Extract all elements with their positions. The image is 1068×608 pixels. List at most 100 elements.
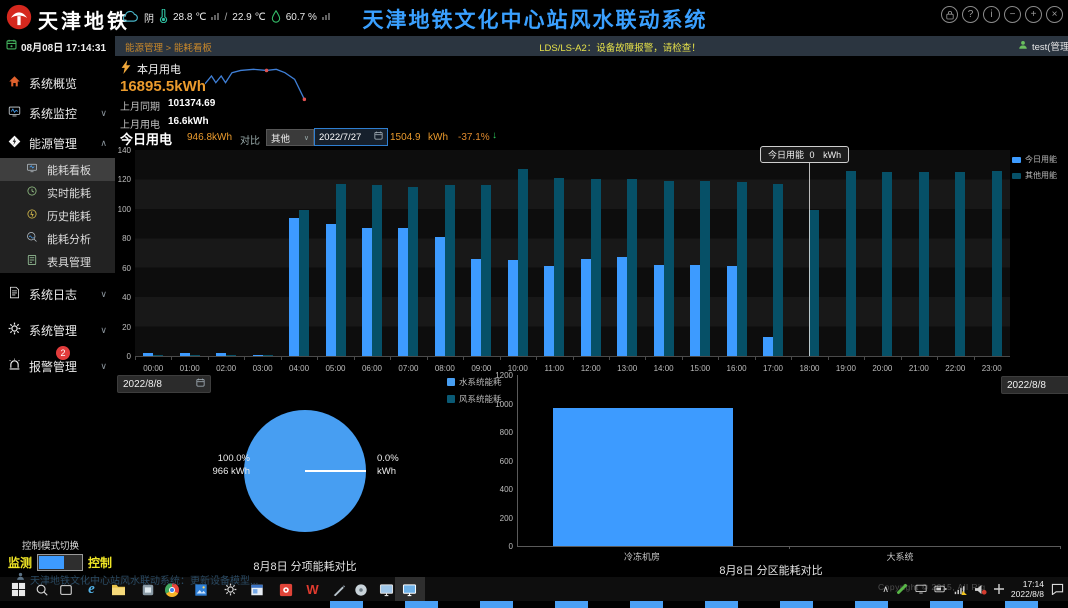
zone-date-picker[interactable]: 2022/8/8 — [1001, 376, 1068, 394]
maximize-icon[interactable]: + — [1025, 6, 1042, 23]
bar-今日用能-06:00[interactable] — [362, 228, 372, 356]
sidebar-item-overview[interactable]: 系统概览 — [0, 68, 115, 98]
bar-其他用能-15:00[interactable] — [700, 181, 710, 356]
bar-其他用能-02:00[interactable] — [226, 355, 236, 356]
bar-今日用能-08:00[interactable] — [435, 237, 445, 356]
taskbar-icon-dvd[interactable] — [352, 581, 369, 598]
bar-其他用能-20:00[interactable] — [882, 172, 892, 356]
bar-其他用能-13:00[interactable] — [627, 179, 637, 356]
bar-今日用能-02:00[interactable] — [216, 353, 226, 356]
tray-green-icon[interactable] — [896, 583, 908, 595]
bar-其他用能-06:00[interactable] — [372, 185, 382, 356]
bar-其他用能-11:00[interactable] — [554, 178, 564, 356]
bar-今日用能-14:00[interactable] — [654, 265, 664, 356]
preview-tile[interactable] — [630, 601, 663, 608]
sidebar-subitem-meters[interactable]: 表具管理 — [0, 250, 115, 273]
preview-tile[interactable] — [480, 601, 513, 608]
preview-tile[interactable] — [930, 601, 963, 608]
bar-其他用能-21:00[interactable] — [919, 172, 929, 356]
bar-今日用能-16:00[interactable] — [727, 266, 737, 356]
sidebar-subitem-analysis[interactable]: 能耗分析 — [0, 227, 115, 250]
bar-其他用能-10:00[interactable] — [518, 169, 528, 356]
zone-plot-area[interactable] — [517, 375, 1061, 547]
bar-今日用能-00:00[interactable] — [143, 353, 153, 356]
bar-今日用能-09:00[interactable] — [471, 259, 481, 356]
tray-volume-muted-icon[interactable] — [974, 584, 987, 595]
bar-今日用能-04:00[interactable] — [289, 218, 299, 356]
bar-其他用能-14:00[interactable] — [664, 181, 674, 356]
alarm-message[interactable]: LDS/LS-A2：设备故障报警，请检查！ — [450, 40, 790, 54]
sidebar-item-alarms[interactable]: 报警管理2∨ — [0, 351, 115, 381]
preview-tile[interactable] — [330, 601, 363, 608]
control-mode-toggle[interactable] — [37, 554, 83, 571]
hourly-plot-area[interactable] — [135, 150, 1010, 357]
sidebar-item-logs[interactable]: 系统日志∨ — [0, 279, 115, 309]
taskbar-icon-pen[interactable] — [330, 581, 347, 598]
bar-其他用能-00:00[interactable] — [153, 355, 163, 356]
action-center-icon[interactable] — [1051, 583, 1064, 595]
help-icon[interactable]: ? — [962, 6, 979, 23]
sidebar-item-system[interactable]: 系统管理∨ — [0, 315, 115, 345]
legend-label: 今日用能 — [1025, 154, 1057, 165]
bar-其他用能-05:00[interactable] — [336, 184, 346, 356]
bar-今日用能-15:00[interactable] — [690, 265, 700, 356]
chevron-up-icon[interactable]: ∧ — [882, 584, 889, 595]
tray-move-icon[interactable] — [994, 584, 1004, 594]
hourly-energy-chart: 020406080100120140 00:0001:0002:0003:000… — [115, 142, 1068, 374]
tray-battery-icon[interactable] — [934, 584, 947, 594]
preview-tile[interactable] — [855, 601, 888, 608]
info-icon[interactable]: i — [983, 6, 1000, 23]
legend-item-今日用能[interactable]: 今日用能 — [1012, 154, 1057, 165]
tray-display-icon[interactable] — [915, 584, 927, 594]
preview-tile[interactable] — [405, 601, 438, 608]
bar-今日用能-01:00[interactable] — [180, 353, 190, 356]
bar-今日用能-05:00[interactable] — [326, 224, 336, 356]
taskbar-icon-wps[interactable]: W — [304, 581, 321, 598]
bar-其他用能-18:00[interactable] — [809, 210, 819, 356]
bar-今日用能-03:00[interactable] — [253, 355, 263, 356]
taskbar-icon-display[interactable] — [378, 581, 395, 598]
bar-其他用能-01:00[interactable] — [190, 355, 200, 356]
minimize-icon[interactable]: − — [1004, 6, 1021, 23]
taskbar-icon-media-red[interactable] — [277, 581, 294, 598]
bar-其他用能-03:00[interactable] — [263, 355, 273, 356]
bar-今日用能-10:00[interactable] — [508, 260, 518, 356]
sidebar-subitem-history[interactable]: 历史能耗 — [0, 204, 115, 227]
bar-其他用能-12:00[interactable] — [591, 179, 601, 356]
user-info[interactable]: test(管理员) — [1018, 39, 1068, 53]
bar-今日用能-13:00[interactable] — [617, 257, 627, 356]
lock-icon[interactable] — [941, 6, 958, 23]
bar-其他用能-17:00[interactable] — [773, 184, 783, 356]
tray-network-warning-icon[interactable] — [954, 584, 967, 595]
pie-date-picker[interactable]: 2022/8/8 — [117, 375, 211, 393]
sidebar-item-energy[interactable]: 能源管理∧ — [0, 128, 115, 158]
notification-toast[interactable]: 天津地铁文化中心站风水联动系统：更新设备模型... — [16, 572, 258, 587]
taskbar-icon-display-active[interactable] — [401, 581, 418, 598]
bar-其他用能-23:00[interactable] — [992, 171, 1002, 356]
bar-其他用能-22:00[interactable] — [955, 172, 965, 356]
breadcrumb[interactable]: 能源管理 > 能耗看板 — [125, 40, 212, 54]
bar-今日用能-11:00[interactable] — [544, 266, 554, 356]
bar-其他用能-16:00[interactable] — [737, 182, 747, 356]
bar-今日用能-07:00[interactable] — [398, 228, 408, 356]
sidebar-subitem-dashboard[interactable]: 能耗看板 — [0, 158, 115, 181]
bar-今日用能-12:00[interactable] — [581, 259, 591, 356]
bar-其他用能-07:00[interactable] — [408, 187, 418, 356]
bar-今日用能-17:00[interactable] — [763, 337, 773, 356]
preview-tile[interactable] — [1005, 601, 1038, 608]
hourly-legend[interactable]: 今日用能其他用能 — [1012, 154, 1057, 186]
bar-其他用能-08:00[interactable] — [445, 185, 455, 356]
bar-其他用能-09:00[interactable] — [481, 185, 491, 356]
chevron-up-icon: ∧ — [100, 138, 107, 149]
sidebar-item-monitor[interactable]: 系统监控∨ — [0, 98, 115, 128]
close-icon[interactable]: × — [1046, 6, 1063, 23]
bar-其他用能-04:00[interactable] — [299, 210, 309, 356]
preview-tile[interactable] — [555, 601, 588, 608]
preview-tile[interactable] — [705, 601, 738, 608]
bar-其他用能-19:00[interactable] — [846, 171, 856, 356]
zone-bar-冷冻机房[interactable] — [553, 408, 733, 546]
sidebar-subitem-realtime[interactable]: 实时能耗 — [0, 181, 115, 204]
legend-item-其他用能[interactable]: 其他用能 — [1012, 170, 1057, 181]
preview-tile[interactable] — [780, 601, 813, 608]
tray-clock[interactable]: 17:142022/8/8 — [1011, 579, 1044, 599]
